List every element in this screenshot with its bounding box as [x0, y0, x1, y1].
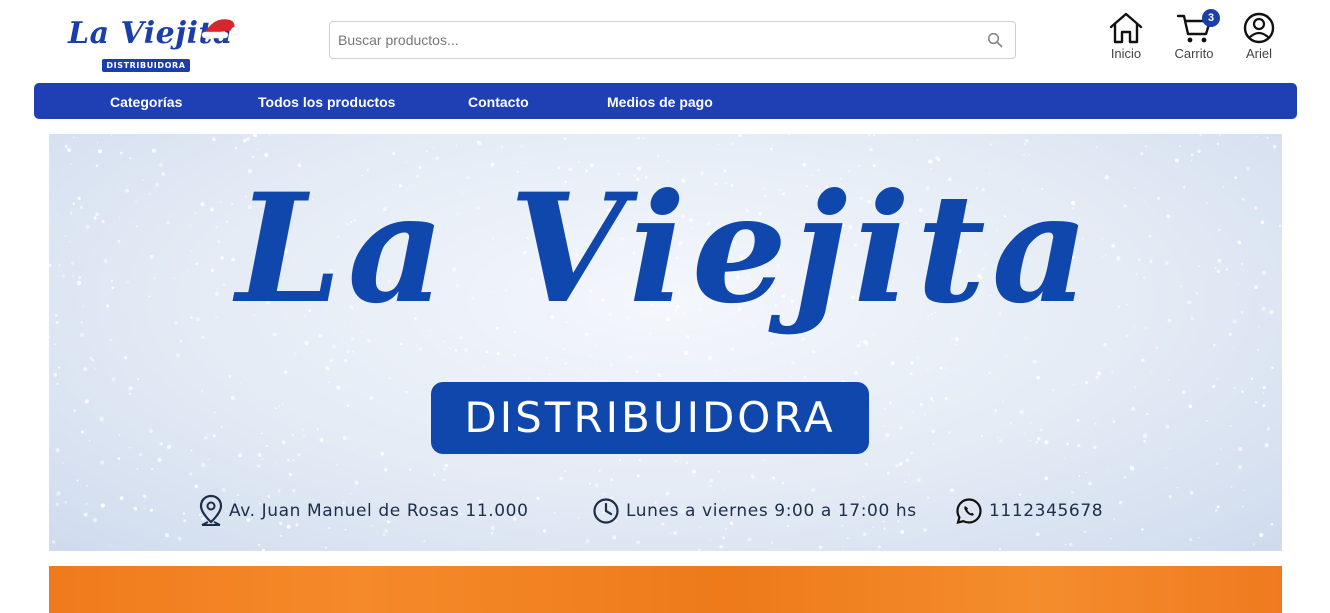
search-input[interactable] — [338, 22, 978, 58]
cart-label: Carrito — [1174, 46, 1214, 61]
secondary-banner[interactable] — [49, 566, 1282, 613]
main-menu: Categorías Todos los productos Contacto … — [34, 83, 1297, 119]
menu-item-medios-pago[interactable]: Medios de pago — [607, 83, 713, 119]
logo-subtitle: DISTRIBUIDORA — [102, 59, 190, 72]
hero-banner[interactable]: La Viejita DISTRIBUIDORA Av. Juan Manuel… — [49, 134, 1282, 551]
location-pin-icon — [199, 494, 223, 526]
whatsapp-icon — [956, 498, 982, 525]
hours-text: Lunes a viernes 9:00 a 17:00 hs — [626, 501, 917, 521]
user-account-link[interactable]: Ariel — [1231, 12, 1287, 61]
user-label: Ariel — [1245, 46, 1272, 61]
user-icon — [1243, 12, 1275, 44]
banner-badge: DISTRIBUIDORA — [431, 382, 869, 454]
brand-logo[interactable]: La Viejita DISTRIBUIDORA — [68, 14, 240, 74]
search-bar — [329, 21, 1016, 59]
home-label: Inicio — [1110, 46, 1142, 61]
site-header: La Viejita DISTRIBUIDORA Inicio — [0, 0, 1330, 80]
header-actions: Inicio 3 Carrito Ariel — [1098, 9, 1300, 68]
banner-address: Av. Juan Manuel de Rosas 11.000 — [199, 494, 529, 526]
cart-link[interactable]: 3 Carrito — [1166, 9, 1222, 61]
home-icon — [1109, 12, 1143, 44]
banner-title: La Viejita — [236, 161, 1095, 337]
home-link[interactable]: Inicio — [1098, 12, 1154, 61]
cart-count-badge: 3 — [1202, 9, 1220, 27]
banner-phone: 1112345678 — [955, 496, 1103, 526]
menu-item-contacto[interactable]: Contacto — [468, 83, 529, 119]
phone-text: 1112345678 — [989, 501, 1104, 521]
menu-item-todos-productos[interactable]: Todos los productos — [258, 83, 395, 119]
santa-hat-icon — [201, 19, 240, 39]
search-icon[interactable] — [987, 32, 1003, 48]
menu-item-categorias[interactable]: Categorías — [110, 83, 182, 119]
banner-hours: Lunes a viernes 9:00 a 17:00 hs — [592, 496, 917, 526]
clock-icon — [593, 498, 619, 524]
address-text: Av. Juan Manuel de Rosas 11.000 — [229, 501, 529, 521]
